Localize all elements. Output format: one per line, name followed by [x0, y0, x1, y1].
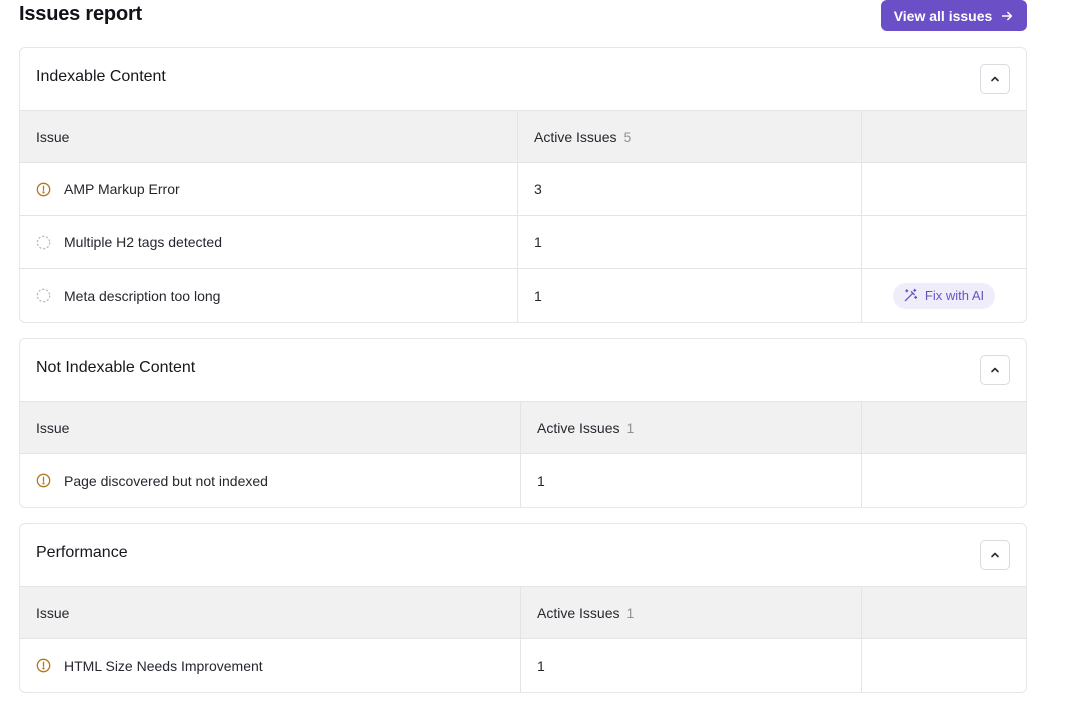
- section-header: Not Indexable Content: [20, 339, 1026, 402]
- table-row[interactable]: Multiple H2 tags detected 1: [20, 216, 1026, 269]
- table-row[interactable]: AMP Markup Error 3: [20, 163, 1026, 216]
- magic-wand-icon: [904, 288, 918, 302]
- section-header: Performance: [20, 524, 1026, 587]
- table-row[interactable]: HTML Size Needs Improvement 1: [20, 639, 1026, 692]
- warning-circle-icon: [36, 473, 51, 488]
- fix-with-ai-label: Fix with AI: [924, 288, 985, 303]
- arrow-right-icon: [1002, 11, 1013, 20]
- issue-cell: AMP Markup Error: [20, 163, 518, 215]
- count-cell: 1: [521, 454, 862, 507]
- section-indexable-content: Indexable Content Issue Active Issues 5 A…: [19, 47, 1027, 323]
- column-header-actions: [862, 402, 1026, 453]
- issue-cell: Multiple H2 tags detected: [20, 216, 518, 268]
- warning-circle-icon: [36, 658, 51, 673]
- page-title: Issues report: [19, 3, 143, 25]
- column-header-issue: Issue: [20, 111, 518, 162]
- active-issues-label: Active Issues: [537, 419, 620, 436]
- action-cell: [862, 163, 1026, 215]
- action-cell: [862, 216, 1026, 268]
- dashed-circle-icon: [36, 235, 51, 249]
- section-not-indexable-content: Not Indexable Content Issue Active Issue…: [19, 338, 1027, 508]
- count-cell: 1: [518, 269, 862, 322]
- section-title: Not Indexable Content: [36, 359, 196, 376]
- table-header-row: Issue Active Issues 5: [20, 111, 1026, 163]
- active-issues-label: Active Issues: [534, 128, 617, 145]
- section-title: Indexable Content: [36, 68, 166, 85]
- column-header-active-issues: Active Issues 1: [521, 587, 862, 638]
- issue-name: Meta description too long: [64, 287, 221, 304]
- issue-cell: Page discovered but not indexed: [20, 454, 521, 507]
- count-cell: 1: [518, 216, 862, 268]
- issue-cell: HTML Size Needs Improvement: [20, 639, 521, 692]
- issue-name: Multiple H2 tags detected: [64, 234, 222, 250]
- count-cell: 3: [518, 163, 862, 215]
- action-cell: [862, 454, 1026, 507]
- active-issues-count: 1: [626, 604, 635, 621]
- collapse-button[interactable]: [980, 355, 1010, 385]
- column-header-issue: Issue: [20, 587, 521, 638]
- count-cell: 1: [521, 639, 862, 692]
- issue-cell: Meta description too long: [20, 269, 518, 322]
- column-header-active-issues: Active Issues 5: [518, 111, 862, 162]
- dashed-circle-icon: [36, 288, 51, 303]
- action-cell: [862, 639, 1026, 692]
- collapse-button[interactable]: [980, 64, 1010, 94]
- active-issues-label: Active Issues: [537, 604, 620, 621]
- chevron-up-icon: [991, 367, 999, 373]
- section-performance: Performance Issue Active Issues 1 HTML Si…: [19, 523, 1027, 693]
- section-title: Performance: [36, 544, 128, 561]
- chevron-up-icon: [991, 552, 999, 558]
- active-issues-count: 5: [623, 128, 632, 145]
- fix-with-ai-button[interactable]: Fix with AI: [892, 282, 996, 309]
- issue-name: Page discovered but not indexed: [64, 472, 268, 489]
- table-header-row: Issue Active Issues 1: [20, 402, 1026, 454]
- collapse-button[interactable]: [980, 540, 1010, 570]
- table-row[interactable]: Page discovered but not indexed 1: [20, 454, 1026, 507]
- warning-circle-icon: [36, 182, 51, 196]
- active-issues-count: 1: [626, 419, 635, 436]
- column-header-actions: [862, 111, 1026, 162]
- view-all-issues-button[interactable]: View all issues: [881, 0, 1027, 31]
- table-header-row: Issue Active Issues 1: [20, 587, 1026, 639]
- column-header-active-issues: Active Issues 1: [521, 402, 862, 453]
- column-header-actions: [862, 587, 1026, 638]
- issue-name: AMP Markup Error: [64, 181, 180, 197]
- issue-name: HTML Size Needs Improvement: [64, 657, 263, 674]
- action-cell: Fix with AI: [862, 269, 1026, 322]
- section-header: Indexable Content: [20, 48, 1026, 111]
- table-row[interactable]: Meta description too long 1 Fix with AI: [20, 269, 1026, 322]
- chevron-up-icon: [991, 76, 999, 82]
- view-all-issues-label: View all issues: [893, 7, 993, 24]
- page-header: Issues report View all issues: [19, 0, 1027, 31]
- column-header-issue: Issue: [20, 402, 521, 453]
